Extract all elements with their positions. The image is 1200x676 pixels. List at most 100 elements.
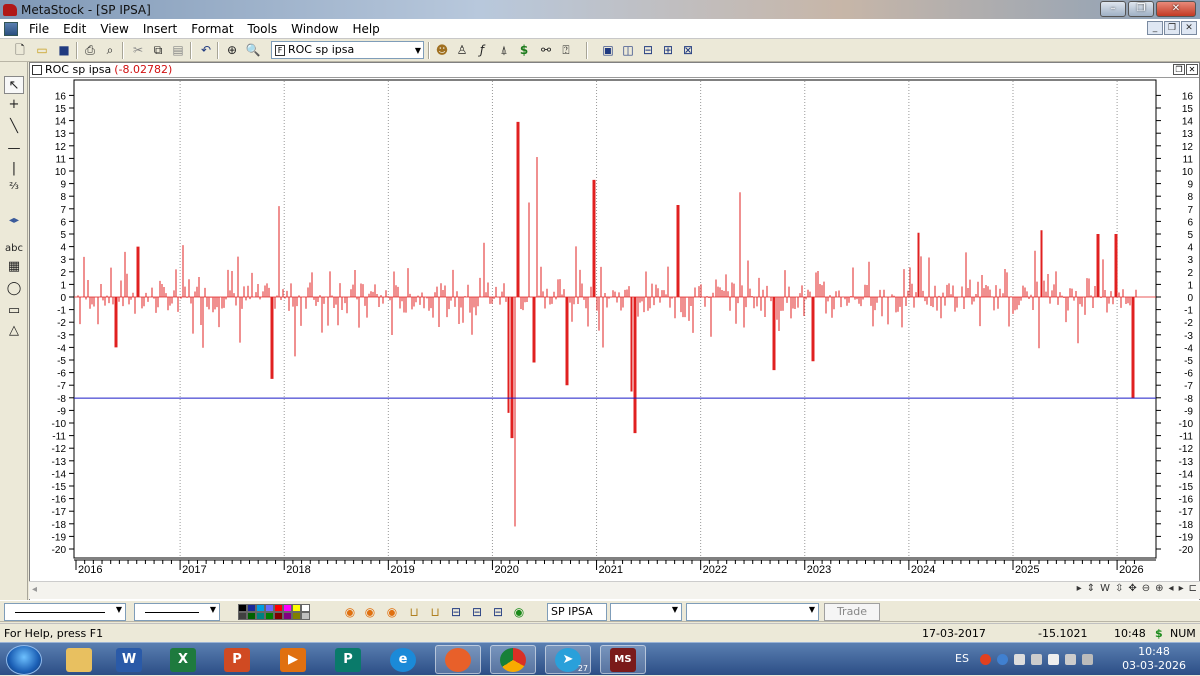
new-icon[interactable]: 🗋 (12, 42, 28, 58)
tray-network-icon[interactable] (997, 654, 1008, 665)
clock[interactable]: 10:48 03-03-2026 (1122, 645, 1186, 673)
pointer-icon[interactable]: ↖ (4, 76, 24, 94)
telegram-icon[interactable]: ➤ 27 (545, 645, 591, 674)
expert-icon[interactable]: ☻ (434, 42, 450, 58)
edge-icon[interactable]: e (380, 645, 426, 674)
menu-edit[interactable]: Edit (56, 22, 93, 36)
template-combo[interactable]: ▼ (686, 603, 819, 621)
text-icon[interactable]: abc (4, 240, 24, 258)
restore-button[interactable]: ❐ (1128, 1, 1154, 17)
zoom-out-icon[interactable]: ⊖ (1142, 583, 1150, 594)
print-preview-icon[interactable]: ⌕ (102, 42, 118, 58)
chart-window[interactable]: ROC sp ipsa (-8.02782) ❐ ✕ 16 16 15 15 14 14 1… (29, 62, 1200, 602)
zoom-in-icon[interactable]: ⊕ (1155, 583, 1163, 594)
rectangle-icon[interactable]: ▭ (4, 302, 24, 320)
tile-horizontal-icon[interactable]: ⊟ (640, 42, 656, 58)
move-icon[interactable]: ✥ (1128, 583, 1136, 594)
period-switch-icon[interactable]: ⇕ (1087, 583, 1095, 594)
explorer-icon[interactable] (56, 645, 102, 674)
close-button[interactable]: ✕ (1156, 1, 1196, 17)
roc-chart[interactable]: 16 1615 1514 1413 1312 1211 1110 109 98 87 76 65 54 4… (30, 78, 1199, 582)
pane-restore-button[interactable]: ❐ (1173, 64, 1185, 75)
indicator-icon[interactable]: ♙ (454, 42, 470, 58)
fibonacci-icon[interactable]: ⅔ (4, 178, 24, 196)
window-cascade-icon[interactable]: ▣ (600, 42, 616, 58)
paste-icon[interactable]: ▤ (170, 42, 186, 58)
crosshair-icon[interactable]: ⊕ (224, 42, 240, 58)
formula-icon[interactable]: ƒ (474, 42, 490, 58)
zoom-icon[interactable]: 🔍 (245, 42, 261, 58)
menu-file[interactable]: File (22, 22, 56, 36)
undo-icon[interactable]: ↶ (198, 42, 214, 58)
options-icon[interactable]: ⊠ (680, 42, 696, 58)
binoculars-icon[interactable]: ⚯ (538, 42, 554, 58)
color-palette[interactable] (238, 604, 316, 620)
crosshair-tool-icon[interactable]: + (4, 96, 24, 114)
circle-style-icon[interactable]: ◉ (363, 605, 377, 619)
copy-icon[interactable]: ⧉ (150, 42, 166, 58)
minimize-button[interactable]: – (1100, 1, 1126, 17)
pane-close-button[interactable]: ✕ (1186, 64, 1198, 75)
dollar-icon[interactable]: $ (516, 42, 532, 58)
panel-icon[interactable]: ⊟ (470, 605, 484, 619)
publisher-icon[interactable]: P (325, 645, 371, 674)
tray-arrow-icon[interactable] (1014, 654, 1025, 665)
menu-help[interactable]: Help (345, 22, 386, 36)
scroll-right-small-icon[interactable]: ▸ (1077, 583, 1082, 594)
word-icon[interactable]: W (106, 645, 152, 674)
excel-icon[interactable]: X (160, 645, 206, 674)
open-icon[interactable]: ▭ (34, 42, 50, 58)
trendline-icon[interactable]: ╲ (4, 118, 24, 136)
volume-icon[interactable] (1048, 654, 1059, 665)
tile-grid-icon[interactable]: ⊞ (660, 42, 676, 58)
media-player-icon[interactable]: ▶ (270, 645, 316, 674)
security-combo[interactable]: F ROC sp ipsa ▼ (271, 41, 424, 59)
signal-icon[interactable] (1082, 654, 1093, 665)
weekly-icon[interactable]: W (1100, 583, 1110, 594)
bar-style-icon[interactable]: ⊔ (407, 605, 421, 619)
circle-style-icon[interactable]: ◉ (385, 605, 399, 619)
bar-style-icon[interactable]: ⊔ (428, 605, 442, 619)
help-pointer-icon[interactable]: ⍰ (558, 42, 574, 58)
page-right-icon[interactable]: ▸ (1179, 583, 1184, 594)
page-left-icon[interactable]: ◂ (1169, 583, 1174, 594)
trade-button[interactable]: Trade (824, 603, 880, 621)
mdi-close-button[interactable]: ✕ (1181, 21, 1197, 35)
refresh-icon[interactable]: ◉ (512, 605, 526, 619)
mdi-minimize-button[interactable]: _ (1147, 21, 1163, 35)
end-icon[interactable]: ⊏ (1189, 583, 1197, 594)
scroll-left-icon[interactable]: ◂ (32, 584, 37, 595)
vertical-resize-icon[interactable]: ⇳ (1115, 583, 1123, 594)
menu-window[interactable]: Window (284, 22, 345, 36)
menu-tools[interactable]: Tools (241, 22, 285, 36)
pane-select-box[interactable] (32, 65, 42, 75)
security-field[interactable]: SP IPSA (547, 603, 607, 621)
mdi-restore-button[interactable]: ❐ (1164, 21, 1180, 35)
language-indicator[interactable]: ES (955, 652, 969, 665)
powerpoint-icon[interactable]: P (214, 645, 260, 674)
explorer-icon[interactable]: ⍋ (496, 42, 512, 58)
menu-view[interactable]: View (93, 22, 135, 36)
grid-tool-icon[interactable]: ▦ (4, 258, 24, 276)
chart-scroll-row[interactable]: ◂ ▸ ⇕ W ⇳ ✥ ⊖ ⊕ ◂ ▸ ⊏ (29, 581, 1200, 599)
pane-title[interactable]: ROC sp ipsa (45, 63, 111, 77)
menu-insert[interactable]: Insert (136, 22, 184, 36)
scroll-icon[interactable]: ◂▸ (4, 212, 24, 230)
panel-icon[interactable]: ⊟ (449, 605, 463, 619)
ellipse-icon[interactable]: ◯ (4, 280, 24, 298)
tile-vertical-icon[interactable]: ◫ (620, 42, 636, 58)
line-style-combo[interactable]: ▼ (4, 603, 126, 621)
triangle-icon[interactable]: △ (4, 322, 24, 340)
save-icon[interactable]: ■ (56, 42, 72, 58)
circle-style-icon[interactable]: ◉ (343, 605, 357, 619)
periodicity-combo[interactable]: ▼ (610, 603, 682, 621)
print-icon[interactable]: ⎙ (82, 42, 98, 58)
tray-app-icon[interactable] (980, 654, 991, 665)
chrome-icon[interactable] (490, 645, 536, 674)
firefox-icon[interactable] (435, 645, 481, 674)
menu-format[interactable]: Format (184, 22, 240, 36)
cut-icon[interactable]: ✂ (130, 42, 146, 58)
vertical-line-icon[interactable]: | (4, 160, 24, 178)
tray-device-icon[interactable] (1031, 654, 1042, 665)
flag-icon[interactable] (1065, 654, 1076, 665)
